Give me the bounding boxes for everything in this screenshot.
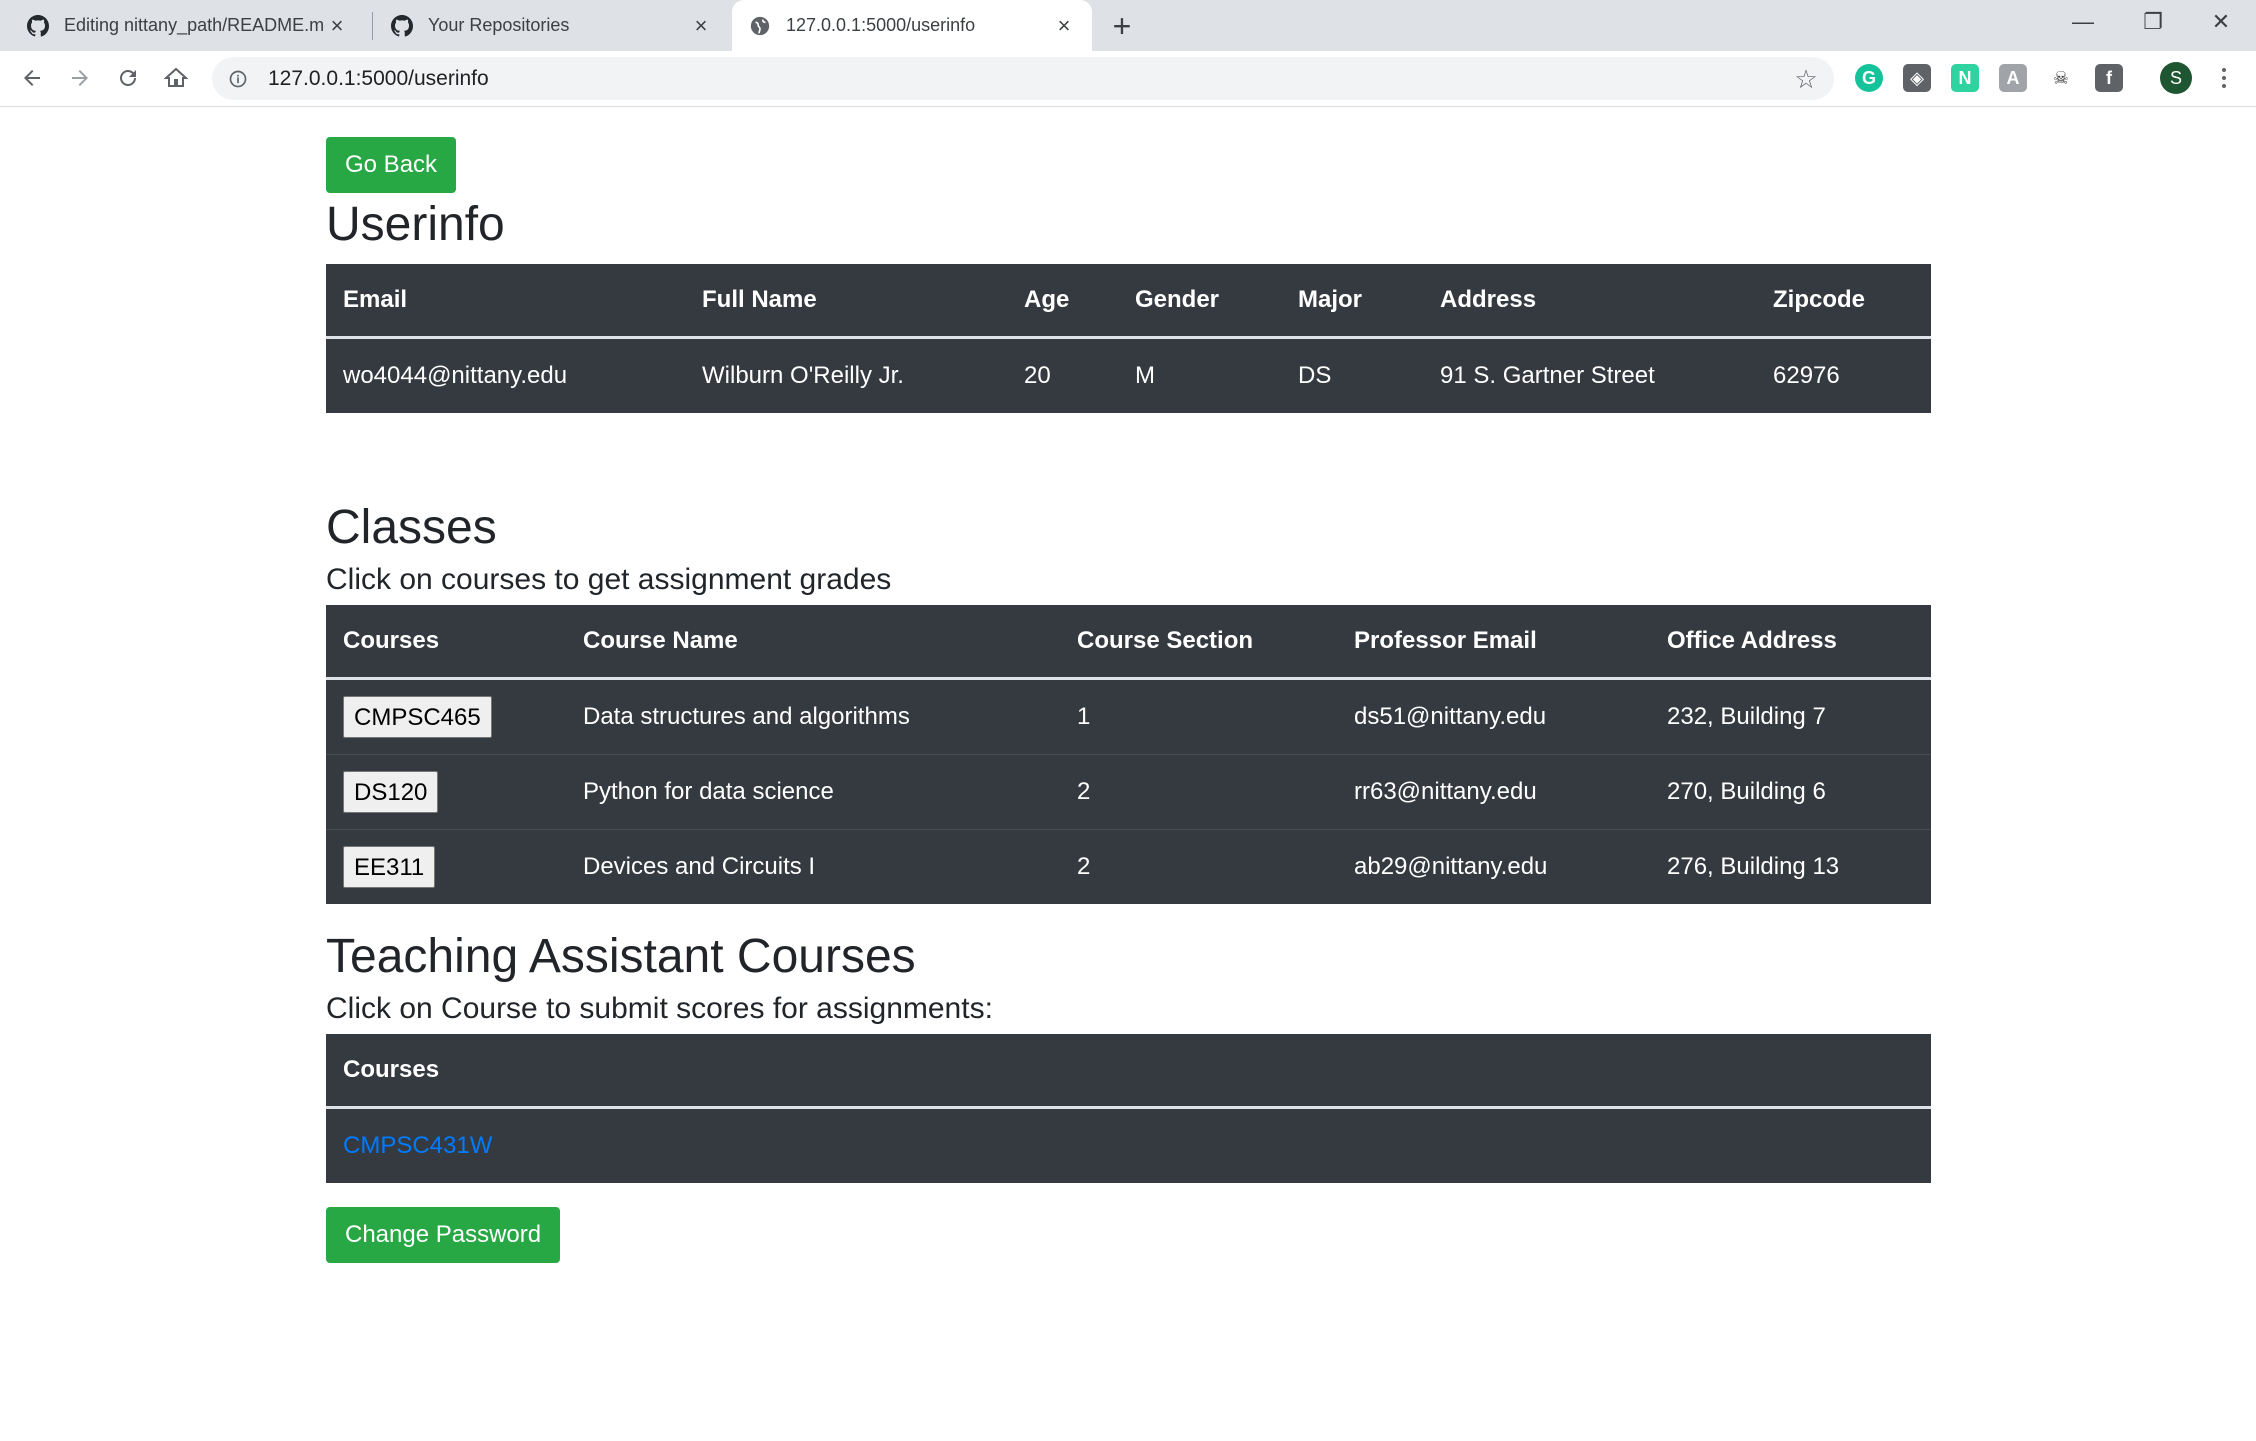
- tab-your-repositories[interactable]: Your Repositories ×: [374, 0, 729, 51]
- tab-title: Editing nittany_path/README.md: [64, 15, 325, 35]
- course-name-cell: Python for data science: [566, 754, 1060, 830]
- course-button[interactable]: EE311: [343, 846, 436, 888]
- table-header-row: Courses Course Name Course Section Profe…: [326, 605, 1931, 680]
- table-row: EE311 Devices and Circuits I 2 ab29@nitt…: [326, 829, 1931, 904]
- office-address-cell: 276, Building 13: [1650, 829, 1931, 904]
- column-header: Full Name: [685, 264, 1007, 339]
- course-button[interactable]: DS120: [343, 771, 439, 813]
- address-bar[interactable]: 127.0.0.1:5000/userinfo ☆: [212, 57, 1834, 100]
- github-icon: [26, 14, 50, 38]
- column-header: Courses: [326, 1034, 1931, 1109]
- extension-icon[interactable]: A: [1999, 64, 2027, 92]
- address-cell: 91 S. Gartner Street: [1440, 362, 1655, 389]
- course-cell: EE311: [326, 829, 566, 904]
- professor-email-cell: ds51@nittany.edu: [1354, 703, 1547, 730]
- course-name-cell: Devices and Circuits I: [566, 829, 1060, 904]
- ta-course-link[interactable]: CMPSC431W: [343, 1132, 492, 1159]
- column-header: Major: [1281, 264, 1423, 339]
- tab-userinfo[interactable]: 127.0.0.1:5000/userinfo ×: [732, 0, 1092, 51]
- email-cell: wo4044@nittany.edu: [343, 362, 568, 389]
- facebook-icon[interactable]: f: [2095, 64, 2123, 92]
- course-button[interactable]: CMPSC465: [343, 696, 492, 738]
- go-back-button[interactable]: Go Back: [326, 137, 457, 193]
- grammarly-icon[interactable]: G: [1855, 64, 1883, 92]
- star-icon[interactable]: ☆: [1792, 64, 1820, 94]
- table-row: CMPSC431W: [326, 1108, 1931, 1184]
- close-tab-icon[interactable]: ×: [325, 13, 349, 38]
- browser-tab-bar: Editing nittany_path/README.md × Your Re…: [0, 0, 2256, 51]
- home-icon[interactable]: [158, 60, 194, 96]
- age-cell: 20: [1024, 362, 1051, 389]
- minimize-button[interactable]: —: [2048, 0, 2118, 44]
- gender-cell: M: [1135, 362, 1155, 389]
- tab-title: 127.0.0.1:5000/userinfo: [786, 15, 976, 35]
- ta-courses-title: Teaching Assistant Courses: [326, 930, 916, 983]
- reload-icon[interactable]: [110, 60, 146, 96]
- course-section-cell: 1: [1077, 703, 1091, 730]
- browser-toolbar: 127.0.0.1:5000/userinfo ☆ G ◈ N A ☠ f S: [0, 51, 2256, 107]
- forward-arrow-icon[interactable]: [62, 60, 98, 96]
- back-arrow-icon[interactable]: [14, 60, 50, 96]
- office-address-cell: 232, Building 7: [1667, 703, 1826, 730]
- classes-title: Classes: [326, 501, 497, 554]
- kebab-menu-icon[interactable]: [2212, 62, 2236, 94]
- column-header: Office Address: [1650, 605, 1931, 680]
- zipcode-cell: 62976: [1773, 362, 1840, 389]
- table-row: CMPSC465 Data structures and algorithms …: [326, 679, 1931, 755]
- github-icon: [390, 14, 414, 38]
- userinfo-table: Email Full Name Age Gender Major Address…: [326, 264, 1931, 413]
- change-password-button[interactable]: Change Password: [326, 1207, 561, 1263]
- profile-avatar[interactable]: S: [2160, 62, 2192, 94]
- globe-icon: [748, 14, 772, 38]
- window-close-button[interactable]: ✕: [2186, 0, 2256, 44]
- professor-email-cell: rr63@nittany.edu: [1337, 754, 1650, 830]
- tab-title: Your Repositories: [428, 15, 570, 35]
- column-header: Zipcode: [1756, 264, 1931, 339]
- column-header: Email: [326, 264, 685, 339]
- course-name-cell: Data structures and algorithms: [583, 703, 910, 730]
- major-cell: DS: [1298, 362, 1332, 389]
- professor-email-cell: ab29@nittany.edu: [1337, 829, 1650, 904]
- course-cell: CMPSC465: [326, 679, 566, 755]
- new-tab-button[interactable]: +: [1106, 8, 1138, 44]
- table-header-row: Courses: [326, 1034, 1931, 1109]
- table-header-row: Email Full Name Age Gender Major Address…: [326, 264, 1931, 339]
- pirate-icon[interactable]: ☠: [2047, 64, 2075, 92]
- table-row: DS120 Python for data science 2 rr63@nit…: [326, 754, 1931, 830]
- classes-table: Courses Course Name Course Section Profe…: [326, 605, 1931, 904]
- info-icon[interactable]: [226, 67, 250, 91]
- column-header: Address: [1423, 264, 1756, 339]
- close-tab-icon[interactable]: ×: [1052, 13, 1076, 38]
- close-tab-icon[interactable]: ×: [689, 13, 713, 38]
- ta-course-cell: CMPSC431W: [326, 1108, 1931, 1184]
- classes-subtitle: Click on courses to get assignment grade…: [326, 563, 892, 596]
- column-header: Professor Email: [1337, 605, 1650, 680]
- notion-icon[interactable]: N: [1951, 64, 1979, 92]
- ta-courses-subtitle: Click on Course to submit scores for ass…: [326, 992, 993, 1025]
- ta-courses-table: Courses CMPSC431W: [326, 1034, 1931, 1183]
- tab-editing-readme[interactable]: Editing nittany_path/README.md ×: [10, 0, 365, 51]
- office-address-cell: 270, Building 6: [1650, 754, 1931, 830]
- course-section-cell: 2: [1060, 754, 1337, 830]
- column-header: Courses: [326, 605, 566, 680]
- tab-divider: [372, 12, 373, 40]
- course-cell: DS120: [326, 754, 566, 830]
- full-name-cell: Wilburn O'Reilly Jr.: [702, 362, 904, 389]
- table-row: wo4044@nittany.edu Wilburn O'Reilly Jr. …: [326, 338, 1931, 414]
- column-header: Age: [1007, 264, 1118, 339]
- course-section-cell: 2: [1060, 829, 1337, 904]
- page-content: Go Back Userinfo Email Full Name Age Gen…: [326, 137, 1931, 1263]
- column-header: Course Section: [1060, 605, 1337, 680]
- restore-button[interactable]: ❐: [2118, 0, 2188, 44]
- column-header: Course Name: [566, 605, 1060, 680]
- column-header: Gender: [1118, 264, 1281, 339]
- url-text: 127.0.0.1:5000/userinfo: [268, 66, 489, 90]
- userinfo-title: Userinfo: [326, 198, 505, 251]
- extension-icon[interactable]: ◈: [1903, 64, 1931, 92]
